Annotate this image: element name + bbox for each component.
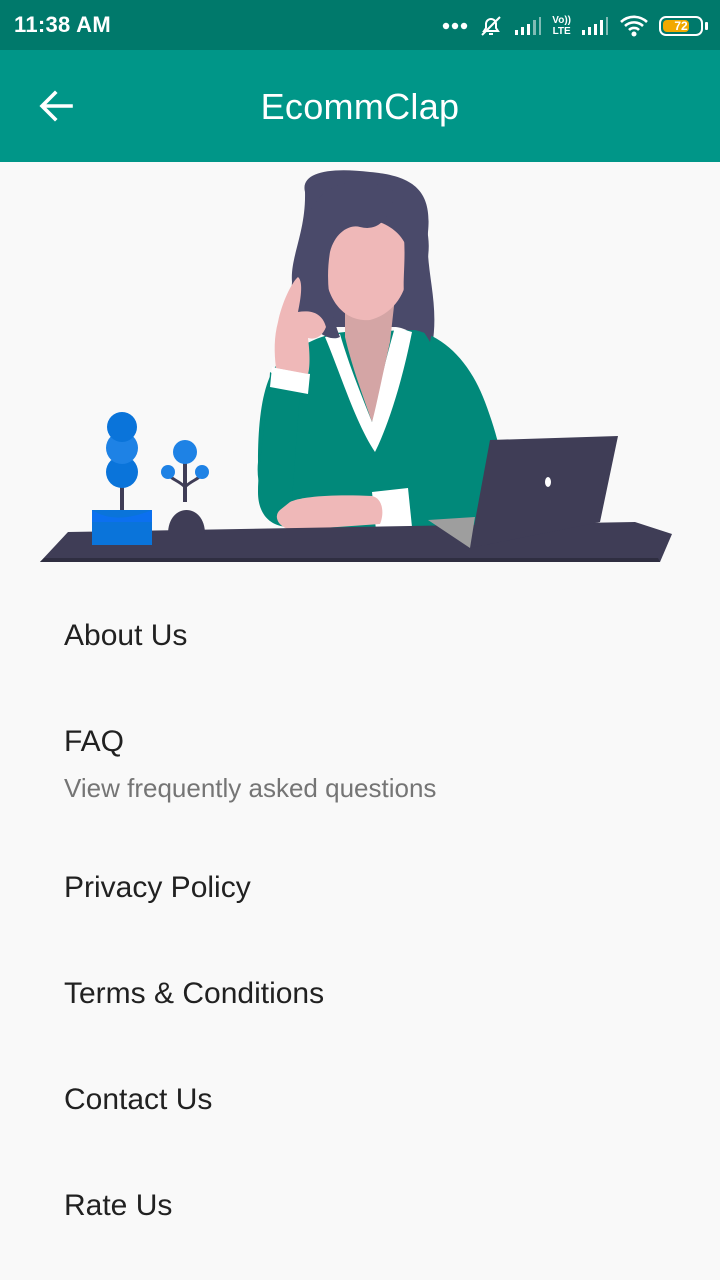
app-bar: EcommClap (0, 50, 720, 162)
menu-item-title: FAQ (64, 725, 125, 758)
menu-item-contact-us[interactable]: Contact Us (0, 1042, 720, 1148)
menu-item-privacy-policy[interactable]: Privacy Policy (0, 830, 720, 936)
page-title: EcommClap (260, 86, 460, 127)
alarm-off-icon (481, 16, 502, 36)
status-icons: Vo)) LTE 72 (442, 11, 708, 41)
menu-item-title: Rate Us (64, 1189, 173, 1222)
status-time: 11:38 AM (14, 12, 111, 37)
menu-item-title: Privacy Policy (64, 871, 251, 904)
signal-icon (515, 17, 542, 35)
status-bar: 11:38 AM Vo)) LTE 72 (0, 0, 720, 50)
menu-item-faq[interactable]: FAQ View frequently asked questions (0, 684, 720, 830)
volte-label: Vo)) LTE (552, 15, 571, 37)
menu-item-rate-us[interactable]: Rate Us (0, 1148, 720, 1254)
battery-level: 72 (674, 19, 688, 33)
menu-item-terms-conditions[interactable]: Terms & Conditions (0, 936, 720, 1042)
more-notifications-icon (443, 22, 468, 30)
wifi-icon (620, 15, 648, 37)
menu-item-subtitle: View frequently asked questions (64, 773, 437, 803)
menu-item-title: About Us (64, 619, 188, 652)
menu-item-about-us[interactable]: About Us (0, 578, 720, 684)
battery-cap (705, 22, 708, 30)
menu-item-title: Terms & Conditions (64, 977, 325, 1010)
menu-item-title: Contact Us (64, 1083, 213, 1116)
hero-illustration (40, 170, 672, 562)
battery-icon: 72 (659, 16, 703, 36)
signal-icon-2 (582, 17, 608, 35)
